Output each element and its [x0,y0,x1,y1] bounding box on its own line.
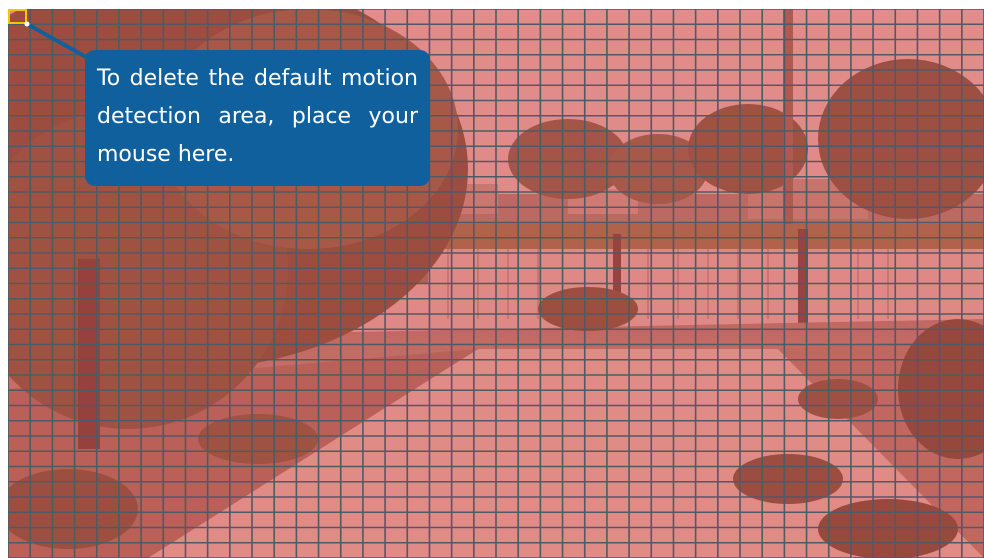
instruction-callout-text: To delete the default motion detection a… [97,66,418,167]
instruction-callout: To delete the default motion detection a… [85,50,430,186]
